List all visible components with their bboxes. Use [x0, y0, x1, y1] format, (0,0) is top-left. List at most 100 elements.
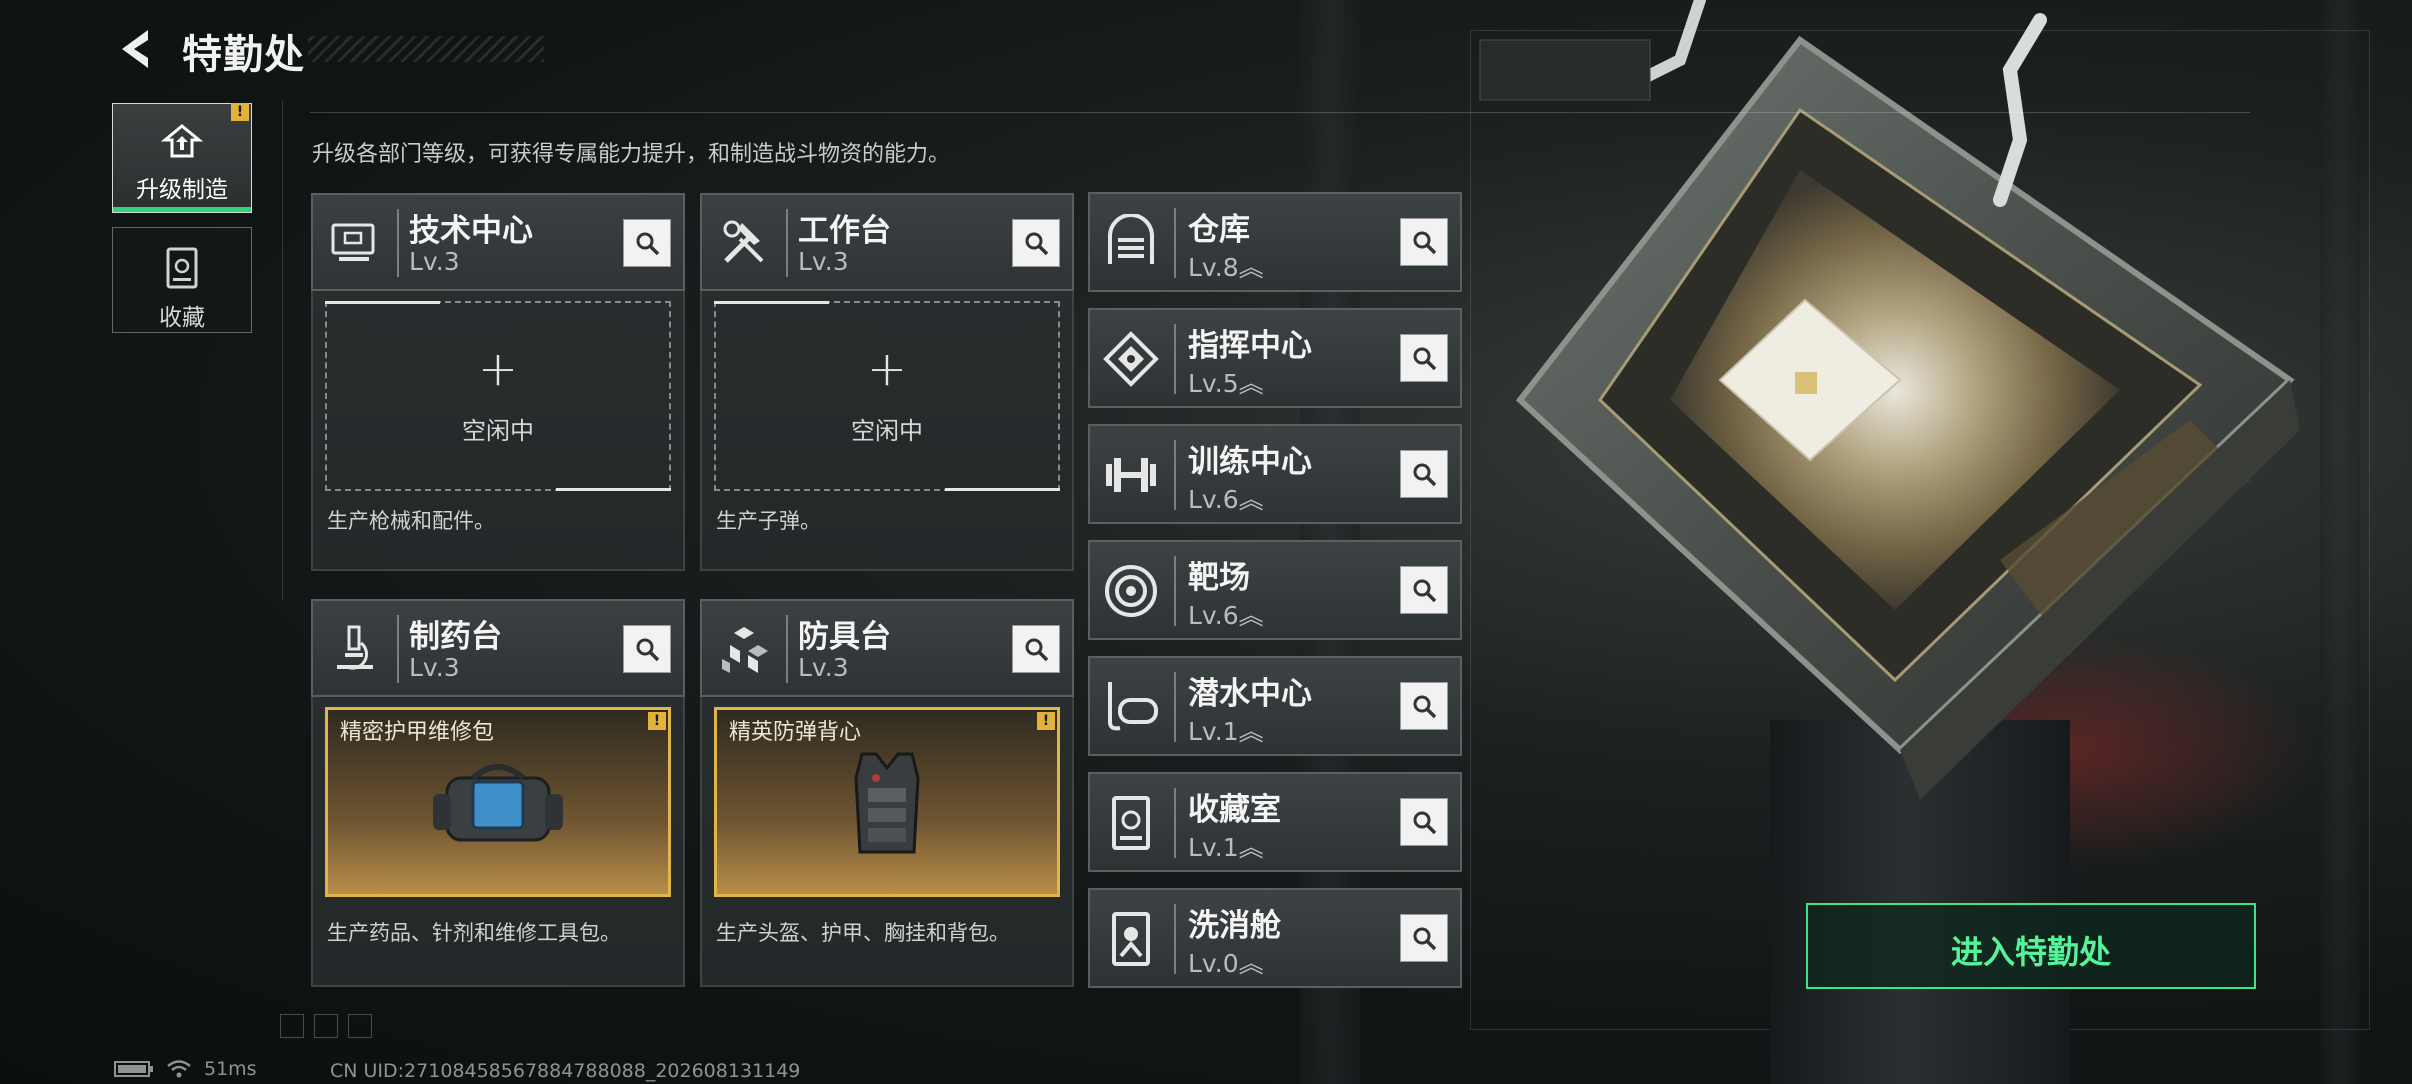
facility-name: 指挥中心	[1188, 328, 1312, 364]
upgrade-available-icon: ︽	[1238, 253, 1264, 282]
inspect-button[interactable]	[1400, 218, 1448, 266]
inspect-button[interactable]	[1400, 566, 1448, 614]
tab-collection[interactable]: 收藏	[112, 227, 252, 333]
facility-row-diving-center[interactable]: 潜水中心 Lv.1︽	[1088, 656, 1462, 756]
cubes-icon	[722, 627, 768, 673]
magnifier-icon	[1413, 463, 1437, 487]
facility-row-warehouse[interactable]: 仓库 Lv.8︽	[1088, 192, 1462, 292]
divider	[310, 112, 2250, 113]
magnifier-icon	[1413, 579, 1437, 603]
slot-status: 空闲中	[462, 417, 534, 445]
decoration	[348, 1014, 372, 1038]
workshop-name: 制药台	[409, 619, 502, 655]
upgrade-available-icon: ︽	[1238, 485, 1264, 514]
add-icon: +	[477, 341, 519, 397]
facility-row-training-center[interactable]: 训练中心 Lv.6︽	[1088, 424, 1462, 524]
workshop-card-workbench[interactable]: 工作台 Lv.3	[700, 193, 1074, 291]
upgrade-available-icon: ︽	[1238, 369, 1264, 398]
production-item-slot[interactable]: 精密护甲维修包 !	[325, 707, 671, 897]
monitor-icon	[331, 223, 375, 261]
alert-badge: !	[1037, 712, 1055, 730]
magnifier-icon	[1025, 232, 1049, 256]
empty-production-slot[interactable]: + 空闲中	[714, 301, 1060, 491]
magnifier-icon	[1025, 638, 1049, 662]
empty-production-slot[interactable]: + 空闲中	[325, 301, 671, 491]
facility-name: 仓库	[1188, 212, 1250, 248]
inspect-button[interactable]	[1400, 450, 1448, 498]
workshop-card-pharmacy[interactable]: 制药台 Lv.3	[311, 599, 685, 697]
microscope-icon	[337, 625, 373, 670]
inspect-button[interactable]	[623, 219, 671, 267]
ping-value: 51ms	[204, 1058, 257, 1080]
tab-collection-label: 收藏	[159, 305, 205, 331]
upgrade-available-icon: ︽	[1238, 601, 1264, 630]
magnifier-icon	[636, 638, 660, 662]
workshop-description: 生产头盔、护甲、胸挂和背包。	[716, 921, 1010, 945]
dumbbell-icon	[1106, 458, 1156, 492]
item-name: 精英防弹背心	[729, 720, 862, 745]
workshop-slot-panel: + 空闲中 生产子弹。	[700, 291, 1074, 571]
armor-vest-icon	[854, 752, 920, 854]
warehouse-icon	[1108, 214, 1154, 264]
workshop-slot-panel: 精英防弹背心 ! 生产头盔、护甲、胸挂和背包。	[700, 697, 1074, 987]
inspect-button[interactable]	[1400, 682, 1448, 730]
back-button[interactable]	[112, 24, 158, 74]
upgrade-available-icon: ︽	[1238, 949, 1264, 978]
decontamination-icon	[1112, 912, 1150, 966]
inspect-button[interactable]	[1012, 219, 1060, 267]
magnifier-icon	[1413, 695, 1437, 719]
workshop-name: 防具台	[798, 619, 891, 655]
player-uid: CN UID:27108458567884788088_202608131149	[330, 1060, 801, 1082]
inspect-button[interactable]	[1400, 914, 1448, 962]
inspect-button[interactable]	[1012, 625, 1060, 673]
inspect-button[interactable]	[1400, 798, 1448, 846]
production-item-slot[interactable]: 精英防弹背心 !	[714, 707, 1060, 897]
workshop-card-tech-center[interactable]: 技术中心 Lv.3	[311, 193, 685, 291]
enter-hideout-label: 进入特勤处	[1950, 933, 2111, 971]
active-tab-indicator	[113, 207, 251, 212]
facility-row-command-center[interactable]: 指挥中心 Lv.5︽	[1088, 308, 1462, 408]
upgrade-available-icon: ︽	[1238, 717, 1264, 746]
alert-badge: !	[648, 712, 666, 730]
diving-mask-icon	[1108, 682, 1158, 731]
facility-name: 靶场	[1188, 560, 1250, 596]
magnifier-icon	[636, 232, 660, 256]
magnifier-icon	[1413, 811, 1437, 835]
status-bar: 51ms	[114, 1058, 257, 1080]
divider	[282, 100, 283, 600]
collection-cabinet-icon	[166, 247, 198, 289]
repair-kit-bag-icon	[433, 764, 563, 842]
workshop-description: 生产子弹。	[716, 509, 821, 533]
add-icon: +	[866, 341, 908, 397]
magnifier-icon	[1413, 231, 1437, 255]
workshop-name: 技术中心	[409, 213, 533, 249]
magnifier-icon	[1413, 347, 1437, 371]
tab-upgrade-craft[interactable]: 升级制造 !	[112, 103, 252, 213]
slot-status: 空闲中	[851, 417, 923, 445]
workshop-level: Lv.3	[798, 653, 849, 682]
workshop-description: 生产枪械和配件。	[327, 509, 495, 533]
facility-row-shooting-range[interactable]: 靶场 Lv.6︽	[1088, 540, 1462, 640]
facility-level: Lv.0	[1188, 949, 1239, 978]
alert-badge: !	[231, 103, 249, 121]
facility-row-collection-room[interactable]: 收藏室 Lv.1︽	[1088, 772, 1462, 872]
back-arrow-icon	[122, 30, 148, 68]
page-description: 升级各部门等级，可获得专属能力提升，和制造战斗物资的能力。	[312, 142, 951, 167]
tab-upgrade-craft-label: 升级制造	[136, 177, 228, 203]
decoration	[280, 1014, 304, 1038]
facility-level: Lv.1	[1188, 833, 1239, 862]
facility-level: Lv.5	[1188, 369, 1239, 398]
workshop-card-armor-bench[interactable]: 防具台 Lv.3	[700, 599, 1074, 697]
inspect-button[interactable]	[623, 625, 671, 673]
enter-hideout-button[interactable]: 进入特勤处	[1806, 903, 2256, 989]
facility-name: 训练中心	[1188, 444, 1312, 480]
upgrade-icon	[160, 124, 204, 158]
workshop-level: Lv.3	[798, 247, 849, 276]
battery-icon	[114, 1061, 153, 1077]
inspect-button[interactable]	[1400, 334, 1448, 382]
collection-icon	[1112, 796, 1150, 850]
facility-level: Lv.6	[1188, 485, 1239, 514]
workshop-slot-panel: 精密护甲维修包 ! 生产药品、针剂和维修工具包。	[311, 697, 685, 987]
facility-row-decontamination[interactable]: 洗消舱 Lv.0︽	[1088, 888, 1462, 988]
facility-level: Lv.8	[1188, 253, 1239, 282]
